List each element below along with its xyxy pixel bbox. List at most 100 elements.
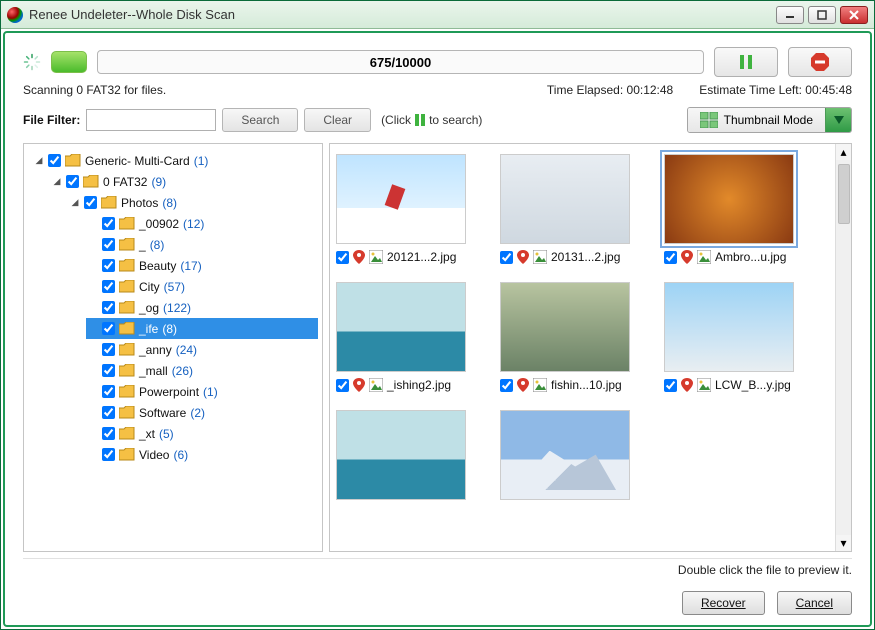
- maximize-button[interactable]: [808, 6, 836, 24]
- app-window: Renee Undeleter--Whole Disk Scan: [0, 0, 875, 630]
- thumbnail-filename: Ambro...u.jpg: [715, 250, 786, 264]
- thumbnail-image[interactable]: [500, 154, 630, 244]
- thumbnail-filename: _ishing2.jpg: [387, 378, 451, 392]
- folder-icon: [119, 427, 135, 440]
- tree-item[interactable]: _xt (5): [86, 423, 318, 444]
- filter-input[interactable]: [86, 109, 216, 131]
- scroll-up-icon[interactable]: ▴: [836, 144, 851, 160]
- tree-item[interactable]: _anny (24): [86, 339, 318, 360]
- tree-checkbox[interactable]: [84, 196, 97, 209]
- thumbnail-label-row: Ambro...u.jpg: [664, 250, 786, 264]
- thumbnail-label-row: 20131...2.jpg: [500, 250, 620, 264]
- location-icon: [517, 378, 529, 392]
- thumbnail-checkbox[interactable]: [664, 251, 677, 264]
- content-area: 675/10000 Scanning 0 FAT32 for files. Ti…: [3, 31, 872, 627]
- thumbnail-item[interactable]: Ambro...u.jpg: [664, 154, 814, 264]
- stop-button[interactable]: [788, 47, 852, 77]
- view-mode-dropdown[interactable]: [825, 108, 851, 132]
- recover-button[interactable]: Recover: [682, 591, 765, 615]
- tree-checkbox[interactable]: [102, 427, 115, 440]
- tree-item[interactable]: City (57): [86, 276, 318, 297]
- folder-icon: [83, 175, 99, 188]
- tree-drive[interactable]: ◢ 0 FAT32 (9): [50, 171, 318, 192]
- thumbnail-image[interactable]: [500, 410, 630, 500]
- tree-checkbox[interactable]: [102, 322, 115, 335]
- folder-icon: [119, 280, 135, 293]
- search-hint: (Click to search): [381, 113, 482, 127]
- tree-checkbox[interactable]: [102, 364, 115, 377]
- scrollbar[interactable]: ▴ ▾: [835, 144, 851, 551]
- stop-icon: [810, 52, 830, 72]
- tree-checkbox[interactable]: [102, 448, 115, 461]
- tree-checkbox[interactable]: [102, 259, 115, 272]
- scrollbar-thumb[interactable]: [838, 164, 850, 224]
- tree-checkbox[interactable]: [48, 154, 61, 167]
- thumbnail-item[interactable]: 20131...2.jpg: [500, 154, 650, 264]
- progress-bar: 675/10000: [97, 50, 704, 74]
- thumbnail-item[interactable]: LCW_B...y.jpg: [664, 282, 814, 392]
- tree-checkbox[interactable]: [66, 175, 79, 188]
- collapse-icon[interactable]: ◢: [34, 155, 44, 166]
- thumbnail-checkbox[interactable]: [336, 251, 349, 264]
- collapse-icon[interactable]: ◢: [52, 176, 62, 187]
- minimize-button[interactable]: [776, 6, 804, 24]
- tree-item[interactable]: _ife (8): [86, 318, 318, 339]
- cancel-button[interactable]: Cancel: [777, 591, 852, 615]
- tree-item[interactable]: _ (8): [86, 234, 318, 255]
- tree-item[interactable]: Powerpoint (1): [86, 381, 318, 402]
- tree-item[interactable]: _og (122): [86, 297, 318, 318]
- thumbnail-image[interactable]: [336, 410, 466, 500]
- thumbnail-checkbox[interactable]: [500, 251, 513, 264]
- tree-item[interactable]: Software (2): [86, 402, 318, 423]
- thumbnail-image[interactable]: [500, 282, 630, 372]
- tree-checkbox[interactable]: [102, 238, 115, 251]
- thumbnail-checkbox[interactable]: [500, 379, 513, 392]
- location-icon: [681, 250, 693, 264]
- tree-checkbox[interactable]: [102, 385, 115, 398]
- thumbnail-item[interactable]: _ishing2.jpg: [336, 282, 486, 392]
- thumbnail-filename: 20131...2.jpg: [551, 250, 620, 264]
- thumbnail-image[interactable]: [664, 282, 794, 372]
- time-estimate: Estimate Time Left: 00:45:48: [699, 83, 852, 97]
- thumbnail-image[interactable]: [336, 282, 466, 372]
- folder-icon: [119, 343, 135, 356]
- tree-checkbox[interactable]: [102, 343, 115, 356]
- tree-checkbox[interactable]: [102, 217, 115, 230]
- thumbnail-item[interactable]: [500, 410, 650, 500]
- scroll-down-icon[interactable]: ▾: [836, 535, 851, 551]
- app-icon: [7, 7, 23, 23]
- folder-icon: [119, 448, 135, 461]
- thumbnail-checkbox[interactable]: [336, 379, 349, 392]
- search-button[interactable]: Search: [222, 108, 298, 132]
- thumbnail-image[interactable]: [336, 154, 466, 244]
- tree-checkbox[interactable]: [102, 301, 115, 314]
- mini-pause-icon: [414, 113, 426, 127]
- folder-icon: [119, 385, 135, 398]
- thumbnail-image[interactable]: [664, 154, 794, 244]
- close-button[interactable]: [840, 6, 868, 24]
- clear-button[interactable]: Clear: [304, 108, 371, 132]
- view-mode-selector: Thumbnail Mode: [687, 107, 852, 133]
- tree-checkbox[interactable]: [102, 280, 115, 293]
- thumbnail-filename: fishin...10.jpg: [551, 378, 622, 392]
- folder-tree[interactable]: ◢ Generic- Multi-Card (1) ◢: [23, 143, 323, 552]
- tree-item[interactable]: _mall (26): [86, 360, 318, 381]
- thumbnail-icon: [700, 112, 718, 128]
- thumbnail-label-row: 20121...2.jpg: [336, 250, 456, 264]
- filter-label: File Filter:: [23, 113, 80, 127]
- tree-photos[interactable]: ◢ Photos (8): [68, 192, 318, 213]
- tree-root[interactable]: ◢ Generic- Multi-Card (1): [32, 150, 318, 171]
- thumbnail-item[interactable]: 20121...2.jpg: [336, 154, 486, 264]
- tree-item[interactable]: _00902 (12): [86, 213, 318, 234]
- thumbnail-item[interactable]: fishin...10.jpg: [500, 282, 650, 392]
- tree-checkbox[interactable]: [102, 406, 115, 419]
- progress-row: 675/10000: [23, 47, 852, 77]
- thumbnail-checkbox[interactable]: [664, 379, 677, 392]
- tree-item[interactable]: Beauty (17): [86, 255, 318, 276]
- thumbnail-item[interactable]: [336, 410, 486, 500]
- tree-item[interactable]: Video (6): [86, 444, 318, 465]
- collapse-icon[interactable]: ◢: [70, 197, 80, 208]
- pause-button[interactable]: [714, 47, 778, 77]
- view-mode-button[interactable]: Thumbnail Mode: [688, 108, 825, 132]
- scanning-status: Scanning 0 FAT32 for files.: [23, 83, 547, 97]
